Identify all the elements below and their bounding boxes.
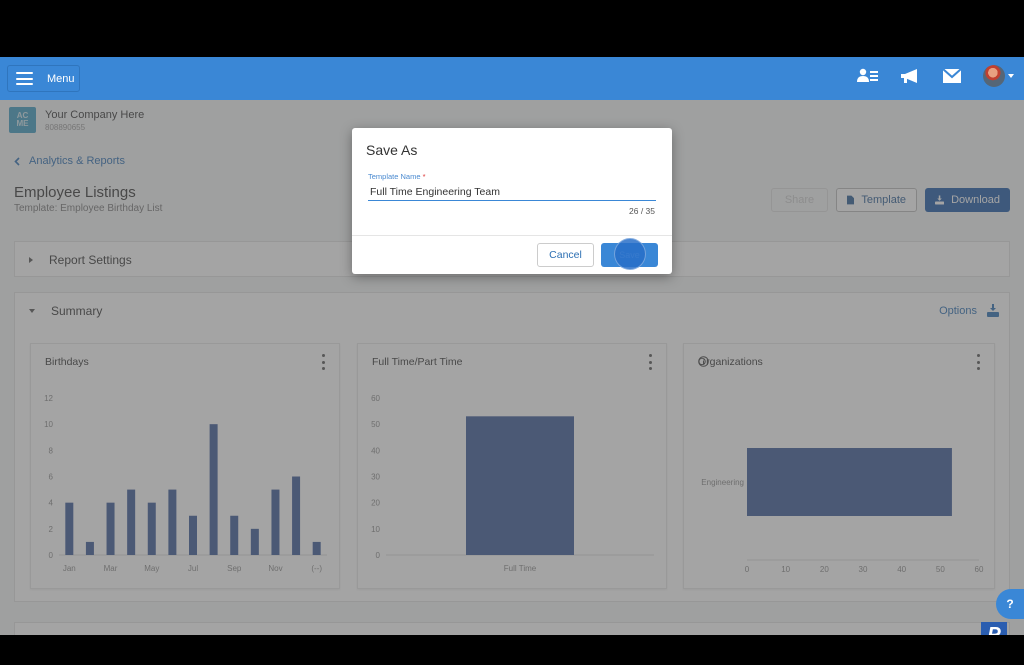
help-button[interactable]: ?: [996, 589, 1024, 619]
megaphone-icon[interactable]: [899, 65, 921, 87]
app-screen: Menu ACME Your Company Here 808890655: [0, 57, 1024, 635]
menu-button[interactable]: Menu: [7, 65, 80, 92]
top-bar: Menu: [0, 57, 1024, 100]
user-avatar[interactable]: [983, 65, 1005, 87]
chevron-down-icon: [1008, 74, 1014, 78]
contacts-icon[interactable]: [857, 65, 879, 87]
save-as-dialog: Save As Template Name * 26 / 35 Cancel S…: [352, 128, 672, 274]
divider: [352, 235, 672, 236]
template-name-input[interactable]: [368, 183, 656, 201]
hamburger-icon: [16, 72, 33, 85]
template-name-label: Template Name *: [368, 172, 426, 181]
character-counter: 26 / 35: [629, 206, 655, 216]
user-menu[interactable]: [983, 65, 1014, 87]
dialog-title: Save As: [366, 142, 418, 158]
click-indicator: [614, 238, 646, 270]
cancel-button[interactable]: Cancel: [537, 243, 594, 267]
mail-icon[interactable]: [941, 65, 963, 87]
menu-label: Menu: [47, 72, 75, 85]
p-badge[interactable]: P: [981, 622, 1007, 635]
